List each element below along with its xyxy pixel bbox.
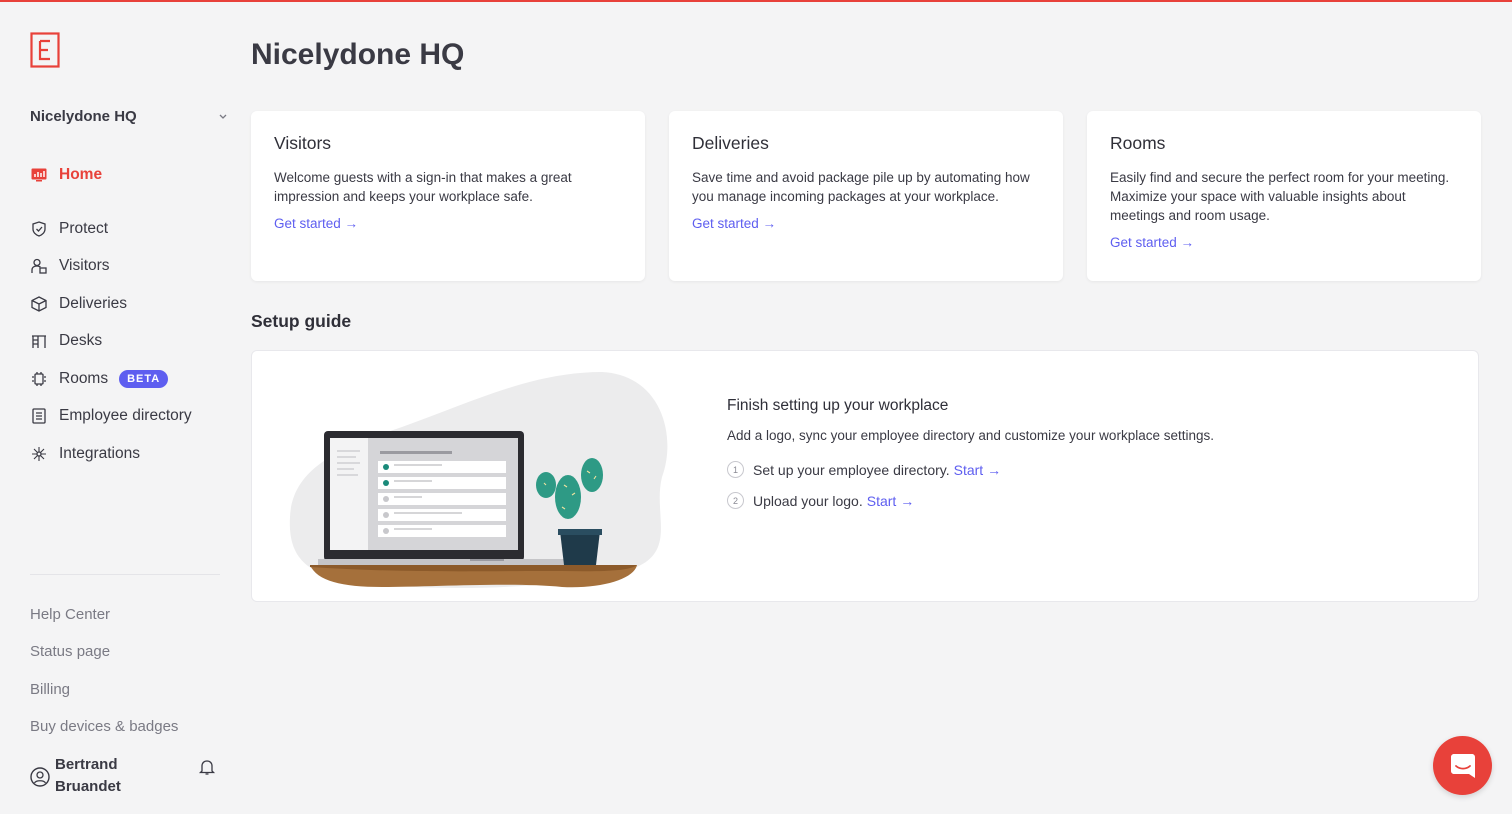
home-chart-icon (30, 166, 48, 184)
sidebar-item-visitors[interactable]: Visitors (30, 253, 110, 279)
bell-icon[interactable] (198, 758, 216, 776)
sidebar-item-integrations[interactable]: Integrations (30, 441, 140, 467)
visitors-card: Visitors Welcome guests with a sign-in t… (251, 111, 645, 281)
sidebar-item-label: Rooms (59, 370, 109, 387)
help-center-link[interactable]: Help Center (30, 606, 110, 623)
envoy-logo-icon[interactable] (30, 32, 60, 68)
deliveries-card: Deliveries Save time and avoid package p… (669, 111, 1063, 281)
sidebar-item-label: Integrations (59, 445, 140, 462)
rooms-card: Rooms Easily find and secure the perfect… (1087, 111, 1481, 281)
chevron-down-icon (219, 114, 227, 119)
card-description: Easily find and secure the perfect room … (1110, 170, 1450, 223)
sidebar-item-label: Deliveries (59, 295, 128, 312)
sidebar-item-desks[interactable]: Desks (30, 328, 102, 354)
sidebar-item-rooms[interactable]: Rooms BETA (30, 366, 169, 392)
rooms-get-started-link[interactable]: Get started → (1110, 235, 1194, 250)
user-name: Bertrand Bruandet (55, 756, 121, 795)
chat-launcher-button[interactable] (1433, 736, 1492, 795)
card-description: Save time and avoid package pile up by a… (692, 170, 1030, 204)
sidebar: Nicelydone HQ Home Protect Visitors Deli… (0, 2, 236, 814)
sidebar-item-label: Employee directory (59, 407, 192, 424)
visitors-get-started-link[interactable]: Get started → (274, 216, 358, 231)
setup-title: Finish setting up your workplace (727, 397, 949, 414)
laptop-cactus-illustration (289, 372, 668, 589)
directory-icon (30, 407, 48, 425)
sidebar-item-home[interactable]: Home (30, 162, 102, 188)
setup-guide-panel: Finish setting up your workplace Add a l… (251, 350, 1479, 602)
chat-icon (1450, 753, 1475, 778)
sidebar-item-protect[interactable]: Protect (30, 216, 108, 242)
start-logo-link[interactable]: Start → (867, 493, 914, 509)
billing-link[interactable]: Billing (30, 681, 70, 698)
page-title: Nicelydone HQ (251, 38, 465, 71)
sidebar-item-label: Home (59, 166, 103, 183)
shield-icon (30, 220, 48, 238)
setup-subtitle: Add a logo, sync your employee directory… (727, 428, 1214, 443)
user-avatar-icon (30, 767, 50, 787)
deliveries-get-started-link[interactable]: Get started → (692, 216, 776, 231)
start-directory-link[interactable]: Start → (954, 462, 1001, 478)
location-name: Nicelydone HQ (30, 107, 137, 125)
setup-step: 1 Set up your employee directory. Start … (727, 461, 1214, 478)
visitor-icon (30, 257, 48, 275)
location-selector[interactable]: Nicelydone HQ (30, 104, 230, 128)
sidebar-item-label: Desks (59, 332, 103, 349)
step-text: Set up your employee directory. (753, 461, 950, 478)
sidebar-item-label: Visitors (59, 257, 110, 274)
sidebar-item-employee-directory[interactable]: Employee directory (30, 403, 192, 429)
sidebar-item-label: Protect (59, 220, 109, 237)
sidebar-divider (30, 574, 220, 575)
setup-guide-title: Setup guide (251, 311, 352, 331)
beta-badge: BETA (119, 370, 169, 388)
card-description: Welcome guests with a sign-in that makes… (274, 170, 572, 204)
room-icon (30, 370, 48, 388)
step-text: Upload your logo. (753, 492, 863, 509)
buy-devices-link[interactable]: Buy devices & badges (30, 718, 178, 735)
desk-icon (30, 332, 48, 350)
sidebar-item-deliveries[interactable]: Deliveries (30, 291, 127, 317)
step-number: 2 (727, 492, 744, 509)
card-title: Visitors (274, 133, 332, 153)
setup-guide-content: Finish setting up your workplace Add a l… (727, 397, 1214, 523)
card-title: Rooms (1110, 133, 1166, 153)
card-title: Deliveries (692, 133, 769, 153)
integrations-icon (30, 445, 48, 463)
user-profile[interactable]: Bertrand Bruandet (30, 754, 220, 800)
status-page-link[interactable]: Status page (30, 643, 110, 660)
setup-step: 2 Upload your logo. Start → (727, 492, 1214, 509)
package-icon (30, 295, 48, 313)
step-number: 1 (727, 461, 744, 478)
